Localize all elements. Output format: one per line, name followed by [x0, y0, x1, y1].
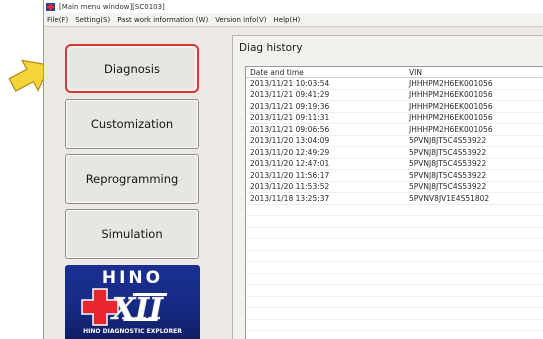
column-header-date-time[interactable]: Date and time — [246, 68, 408, 77]
empty-table-row — [246, 251, 543, 262]
table-row[interactable]: 2013/11/21 09:06:56 JHHHPM2H6EK001056 — [246, 124, 543, 136]
empty-table-row — [246, 262, 543, 274]
menu-setting[interactable]: Setting(S) — [72, 16, 114, 24]
empty-table-row — [246, 216, 543, 228]
table-header-row: Date and time VIN — [246, 67, 543, 78]
diagnosis-button[interactable]: Diagnosis — [65, 44, 199, 93]
empty-table-row — [246, 320, 543, 331]
table-row[interactable]: 2013/11/20 11:56:17 5PVNJ8JT5C4S53922 — [246, 170, 543, 182]
cell-vin: JHHHPM2H6EK001056 — [409, 101, 493, 111]
cell-date-time: 2013/11/21 09:41:29 — [250, 90, 330, 100]
customization-button[interactable]: Customization — [65, 99, 199, 149]
reprogramming-button[interactable]: Reprogramming — [65, 154, 199, 204]
table-row[interactable]: 2013/11/18 13:25:37 5PVNV8JV1E4S51802 — [246, 193, 543, 205]
simulation-button[interactable]: Simulation — [65, 209, 199, 259]
title-bar: [Main menu window][SC0103] — [44, 0, 543, 13]
menu-bar: File(F) Setting(S) Past work information… — [44, 13, 543, 27]
empty-table-row — [246, 285, 543, 297]
table-row[interactable]: 2013/11/21 09:41:29 JHHHPM2H6EK001056 — [246, 90, 543, 101]
table-row[interactable]: 2013/11/20 13:04:09 5PVNJ8JT5C4S53922 — [246, 136, 543, 147]
cell-vin: JHHHPM2H6EK001056 — [409, 90, 493, 100]
cell-date-time: 2013/11/20 11:53:52 — [250, 182, 330, 192]
table-row[interactable]: 2013/11/21 09:11:31 JHHHPM2H6EK001056 — [246, 113, 543, 124]
menu-file[interactable]: File(F) — [44, 16, 72, 24]
empty-table-row — [246, 297, 543, 308]
cell-date-time: 2013/11/20 11:56:17 — [250, 170, 330, 180]
empty-table-row — [246, 308, 543, 320]
column-header-vin[interactable]: VIN — [408, 68, 422, 77]
menu-past-work-information[interactable]: Past work information (W) — [114, 16, 212, 24]
empty-table-row — [246, 239, 543, 251]
cell-vin: 5PVNJ8JT5C4S53922 — [409, 136, 487, 146]
diag-history-table[interactable]: Date and time VIN 2013/11/21 10:03:54 JHH… — [245, 66, 543, 339]
window-title: [Main menu window][SC0103] — [59, 2, 165, 11]
logo-tagline: HINO DIAGNOSTIC EXPLORER — [83, 328, 182, 335]
svg-text:II: II — [134, 292, 164, 327]
cell-vin: 5PVNJ8JT5C4S53922 — [409, 147, 487, 157]
table-row[interactable]: 2013/11/20 12:49:29 5PVNJ8JT5C4S53922 — [246, 147, 543, 159]
diag-history-panel: Diag history Date and time VIN 2013/11/2… — [232, 35, 543, 339]
cell-date-time: 2013/11/18 13:25:37 — [250, 193, 330, 203]
main-menu-window: [Main menu window][SC0103] File(F) Setti… — [43, 0, 543, 339]
menu-help[interactable]: Help(H) — [271, 16, 305, 24]
dx2-cross-logo-graphic: X II — [81, 288, 168, 327]
empty-table-row — [246, 274, 543, 285]
cell-date-time: 2013/11/20 12:47:01 — [250, 159, 330, 169]
cell-vin: 5PVNJ8JT5C4S53922 — [409, 159, 487, 169]
cell-date-time: 2013/11/21 09:11:31 — [250, 113, 330, 123]
cell-date-time: 2013/11/20 12:49:29 — [250, 147, 330, 157]
history-rows: 2013/11/21 10:03:54 JHHHPM2H6EK001056 2013… — [246, 78, 543, 331]
hino-dx2-logo: HINO X II HINO DIAGNOSTIC EXPLORER — [65, 265, 200, 339]
table-row[interactable]: 2013/11/21 09:19:36 JHHHPM2H6EK001056 — [246, 101, 543, 113]
empty-table-row — [246, 205, 543, 216]
table-row[interactable]: 2013/11/20 12:47:01 5PVNJ8JT5C4S53922 — [246, 159, 543, 170]
table-row[interactable]: 2013/11/21 10:03:54 JHHHPM2H6EK001056 — [246, 78, 543, 90]
empty-table-row — [246, 228, 543, 239]
screenshot-stage: [Main menu window][SC0103] File(F) Setti… — [0, 0, 543, 339]
cell-vin: JHHHPM2H6EK001056 — [409, 113, 493, 123]
menu-version-info[interactable]: Version info(V) — [212, 16, 270, 24]
cell-date-time: 2013/11/21 09:19:36 — [250, 101, 330, 111]
cell-vin: 5PVNJ8JT5C4S53922 — [409, 170, 487, 180]
table-row[interactable]: 2013/11/20 11:53:52 5PVNJ8JT5C4S53922 — [246, 182, 543, 193]
cell-vin: 5PVNJ8JT5C4S53922 — [409, 182, 487, 192]
cell-vin: JHHHPM2H6EK001056 — [409, 78, 493, 88]
diag-history-title: Diag history — [239, 42, 303, 54]
cell-date-time: 2013/11/20 13:04:09 — [250, 136, 330, 146]
cell-date-time: 2013/11/21 10:03:54 — [250, 78, 330, 88]
cell-date-time: 2013/11/21 09:06:56 — [250, 124, 330, 134]
app-icon — [46, 2, 55, 11]
cell-vin: JHHHPM2H6EK001056 — [409, 124, 493, 134]
svg-text:X: X — [110, 292, 137, 327]
cell-vin: 5PVNV8JV1E4S51802 — [409, 193, 490, 203]
